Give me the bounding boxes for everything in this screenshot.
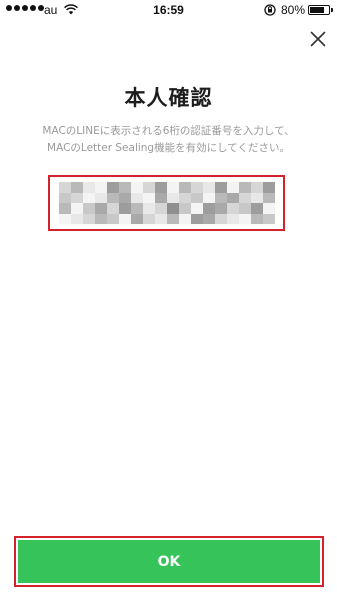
mosaic-cell <box>107 213 119 224</box>
mosaic-cell <box>119 182 131 193</box>
mosaic-cell <box>215 182 227 193</box>
mosaic-cell <box>203 182 215 193</box>
mosaic-cell <box>179 203 191 214</box>
mosaic-cell <box>191 213 203 224</box>
mosaic-cell <box>167 192 179 203</box>
mosaic-cell <box>107 182 119 193</box>
mosaic-cell <box>119 213 131 224</box>
mosaic-cell <box>143 213 155 224</box>
mosaic-cell <box>119 203 131 214</box>
page-title: 本人確認 <box>124 86 213 110</box>
mosaic-cell <box>227 213 239 224</box>
battery-percentage: 80% <box>281 3 306 17</box>
verification-code-box <box>48 175 285 231</box>
mosaic-cell <box>143 182 155 193</box>
mosaic-cell <box>71 182 83 193</box>
mosaic-cell <box>59 182 71 193</box>
mosaic-cell <box>179 182 191 193</box>
battery-tip <box>331 8 333 12</box>
instruction-text: MACのLINEに表示される6桁の認証番号を入力して、 MACのLetter S… <box>10 123 327 157</box>
mosaic-cell <box>155 192 167 203</box>
mosaic-cell <box>251 182 263 193</box>
instruction-line-1: MACのLINEに表示される6桁の認証番号を入力して、 <box>42 125 295 137</box>
mosaic-cell <box>59 192 71 203</box>
mosaic-cell <box>215 213 227 224</box>
mosaic-cell <box>203 203 215 214</box>
mosaic-cell <box>191 182 203 193</box>
mosaic-cell <box>83 213 95 224</box>
mosaic-cell <box>239 213 251 224</box>
mosaic-cell <box>251 213 263 224</box>
mosaic-cell <box>251 203 263 214</box>
mosaic-cell <box>215 203 227 214</box>
mosaic-cell <box>71 203 83 214</box>
mosaic-cell <box>227 182 239 193</box>
mosaic-cell <box>215 192 227 203</box>
mosaic-cell <box>179 213 191 224</box>
mosaic-cell <box>83 203 95 214</box>
mosaic-cell <box>263 192 275 203</box>
mosaic-cell <box>143 203 155 214</box>
mosaic-cell <box>263 213 275 224</box>
mosaic-cell <box>179 192 191 203</box>
mosaic-cell <box>83 182 95 193</box>
ok-button[interactable]: OK <box>18 540 320 583</box>
mosaic-cell <box>167 203 179 214</box>
mosaic-cell <box>239 192 251 203</box>
mosaic-cell <box>95 213 107 224</box>
pixelated-verification-code <box>59 182 275 224</box>
battery-icon <box>308 5 330 15</box>
close-icon <box>310 31 326 47</box>
close-button[interactable] <box>305 26 331 52</box>
mosaic-cell <box>131 192 143 203</box>
mosaic-cell <box>263 182 275 193</box>
mosaic-cell <box>203 213 215 224</box>
mosaic-cell <box>155 213 167 224</box>
mosaic-cell <box>143 192 155 203</box>
mosaic-cell <box>239 182 251 193</box>
mosaic-cell <box>131 213 143 224</box>
mosaic-cell <box>95 192 107 203</box>
mosaic-cell <box>71 213 83 224</box>
mosaic-cell <box>119 192 131 203</box>
mosaic-cell <box>155 203 167 214</box>
rotation-lock-icon <box>264 4 276 16</box>
mosaic-cell <box>59 203 71 214</box>
mosaic-cell <box>131 203 143 214</box>
mosaic-cell <box>263 203 275 214</box>
mosaic-cell <box>191 192 203 203</box>
mosaic-cell <box>203 192 215 203</box>
instruction-line-2: MACのLetter Sealing機能を有効にしてください。 <box>47 142 290 154</box>
mosaic-cell <box>155 182 167 193</box>
mosaic-cell <box>95 203 107 214</box>
mosaic-cell <box>107 203 119 214</box>
mosaic-cell <box>71 192 83 203</box>
mosaic-cell <box>227 203 239 214</box>
mosaic-cell <box>167 182 179 193</box>
mosaic-cell <box>227 192 239 203</box>
mosaic-cell <box>167 213 179 224</box>
ok-button-highlight: OK <box>14 536 324 587</box>
mosaic-cell <box>107 192 119 203</box>
mosaic-cell <box>59 213 71 224</box>
mosaic-cell <box>83 192 95 203</box>
mosaic-cell <box>191 203 203 214</box>
status-bar: au 16:59 80% <box>0 0 337 20</box>
mosaic-cell <box>131 182 143 193</box>
mosaic-cell <box>251 192 263 203</box>
mosaic-cell <box>95 182 107 193</box>
mosaic-cell <box>239 203 251 214</box>
